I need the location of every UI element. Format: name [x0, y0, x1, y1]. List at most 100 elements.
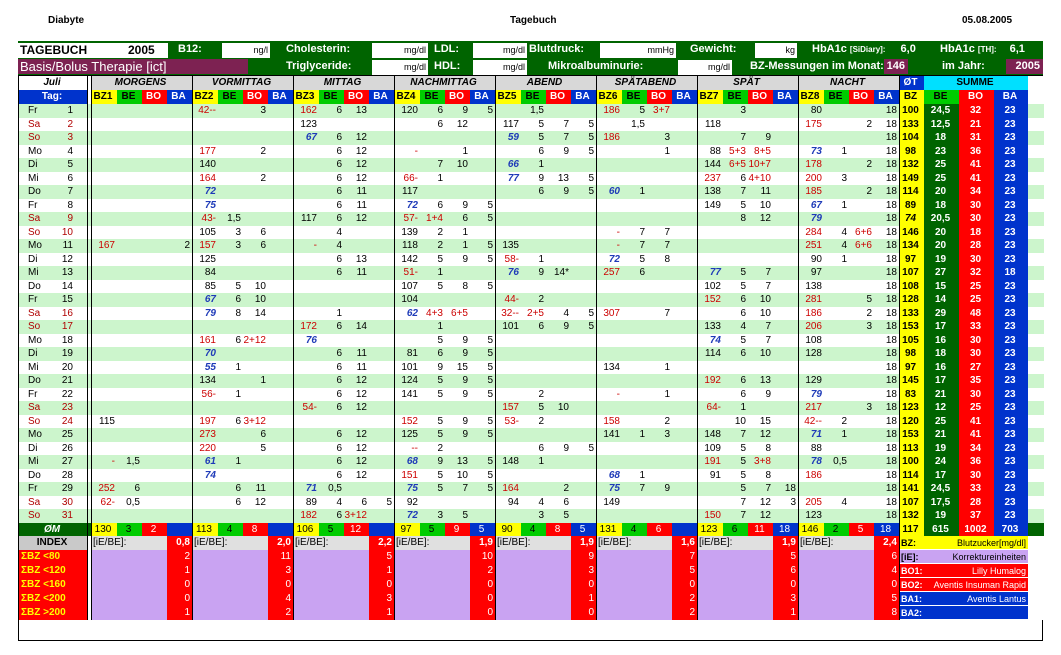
sum-cell: 108	[899, 279, 924, 293]
value-cell: 67	[204, 294, 216, 305]
value-cell: 18	[885, 456, 897, 467]
value-cell	[369, 280, 394, 294]
value-cell	[697, 226, 723, 240]
value-cell: 1	[437, 321, 443, 332]
weekday: So	[28, 132, 41, 143]
avg-cell	[672, 522, 697, 536]
b12-field[interactable]: ng/l	[222, 43, 270, 58]
value-cell	[91, 104, 117, 118]
sum-cell: 32	[959, 266, 994, 280]
value-cell	[697, 307, 723, 321]
value-cell	[824, 401, 849, 415]
app-name: Diabyte	[48, 15, 85, 26]
day-row: Fr 15 67 6 10 104 44- 2 152 6 10 281 5 18 128 14 25 23	[19, 293, 1044, 307]
value-cell	[394, 131, 420, 145]
value-cell: 7	[765, 267, 771, 278]
value-cell: 1	[664, 388, 670, 400]
stat-row: ΣBZ <120 1 3 1 2 3 5 6 4	[19, 563, 1044, 578]
weekday: Sa	[28, 307, 41, 319]
value-cell: 1	[664, 361, 670, 373]
value-cell	[546, 334, 571, 348]
value-cell: 107	[401, 280, 418, 292]
value-cell	[672, 172, 697, 186]
subcol-ba-2: BA	[369, 90, 394, 104]
value-cell	[596, 172, 622, 186]
value-cell: 18	[885, 240, 897, 251]
value-cell	[142, 212, 167, 226]
value-cell: 14	[254, 307, 266, 319]
value-cell	[243, 199, 268, 213]
value-cell: 1	[235, 456, 241, 467]
value-cell: 1	[462, 240, 468, 251]
subcol-bo-7: BO	[849, 90, 874, 104]
value-cell: 5	[487, 456, 493, 467]
value-cell	[445, 172, 470, 186]
value-cell: 5	[866, 294, 872, 305]
sum-cell: 15	[924, 279, 959, 293]
value-cell: 9	[462, 429, 468, 440]
stat-value: 1	[773, 605, 798, 620]
sum-cell: 23	[994, 131, 1028, 145]
chol-field[interactable]: mg/dl	[372, 43, 428, 58]
mikro-field[interactable]: mg/dl	[678, 60, 732, 75]
value-cell	[344, 415, 369, 429]
stat-fill	[293, 577, 369, 592]
value-cell	[672, 469, 697, 483]
value-cell	[369, 118, 394, 132]
value-cell: 66-	[403, 172, 418, 184]
value-cell	[773, 374, 798, 388]
avg-sum-cell: 615	[924, 522, 959, 536]
value-cell	[622, 455, 647, 469]
value-cell	[344, 334, 369, 348]
sum-cell: 23	[994, 401, 1028, 415]
sum-cell: 145	[899, 374, 924, 388]
trig-field[interactable]: mg/dl	[372, 60, 428, 75]
day-number: 8	[67, 199, 73, 211]
value-cell: 1	[664, 145, 670, 157]
subcol-be-4: BE	[521, 90, 546, 104]
subcol-bz-0: BZ1	[91, 90, 117, 104]
value-cell: 2+12	[243, 334, 266, 346]
value-cell	[218, 104, 243, 118]
value-cell: 6	[462, 213, 468, 224]
value-cell	[495, 347, 521, 361]
sum-cell: 23	[994, 320, 1028, 334]
value-cell	[647, 469, 672, 483]
ldl-field[interactable]: mg/dl	[473, 43, 527, 58]
value-cell: 6	[336, 402, 342, 413]
value-cell: 56-	[201, 388, 216, 400]
value-cell	[470, 226, 495, 240]
legend-value: Blutzucker[mg/dl]	[956, 537, 1026, 548]
value-cell: 1	[740, 402, 746, 413]
value-cell	[571, 469, 596, 483]
value-cell	[622, 374, 647, 388]
value-cell	[798, 482, 824, 496]
sum-cell: 134	[899, 239, 924, 253]
value-cell: 3+12	[243, 415, 266, 427]
avg-cell: 146	[798, 522, 824, 536]
value-cell	[571, 293, 596, 307]
value-cell	[521, 469, 546, 483]
day-row: Mo 18 161 6 2+12 76 5 9 5 74 5 7 108 18 105 16 30 23	[19, 333, 1044, 348]
value-cell: 85	[204, 280, 216, 292]
value-cell	[268, 226, 293, 240]
period-header-row: Juli MORGENS VORMITTAG MITTAG NACHMITTAG ABEN…	[19, 76, 1044, 90]
weight-field[interactable]: kg	[755, 43, 797, 58]
subcol-bo-0: BO	[142, 90, 167, 104]
bp-field[interactable]: mmHg	[600, 43, 676, 58]
legend-value: Lilly Humalog	[971, 565, 1026, 576]
sum-cell: 18	[994, 266, 1028, 280]
value-cell	[622, 280, 647, 294]
hdl-field[interactable]: mg/dl	[473, 60, 527, 75]
value-cell: 4	[336, 496, 342, 508]
value-cell	[647, 496, 672, 510]
value-cell	[647, 185, 672, 199]
stat-value: 2	[672, 605, 697, 620]
value-cell	[117, 469, 142, 483]
value-cell	[672, 226, 697, 240]
day-row: So 31 182 6 3+12 72 3 5 3 5 150 7 12 123 18 132 19 37 23	[19, 509, 1044, 523]
value-cell	[672, 455, 697, 469]
sum-subcol-bo: BO	[959, 90, 994, 104]
value-cell	[849, 482, 874, 496]
value-cell	[672, 482, 697, 496]
